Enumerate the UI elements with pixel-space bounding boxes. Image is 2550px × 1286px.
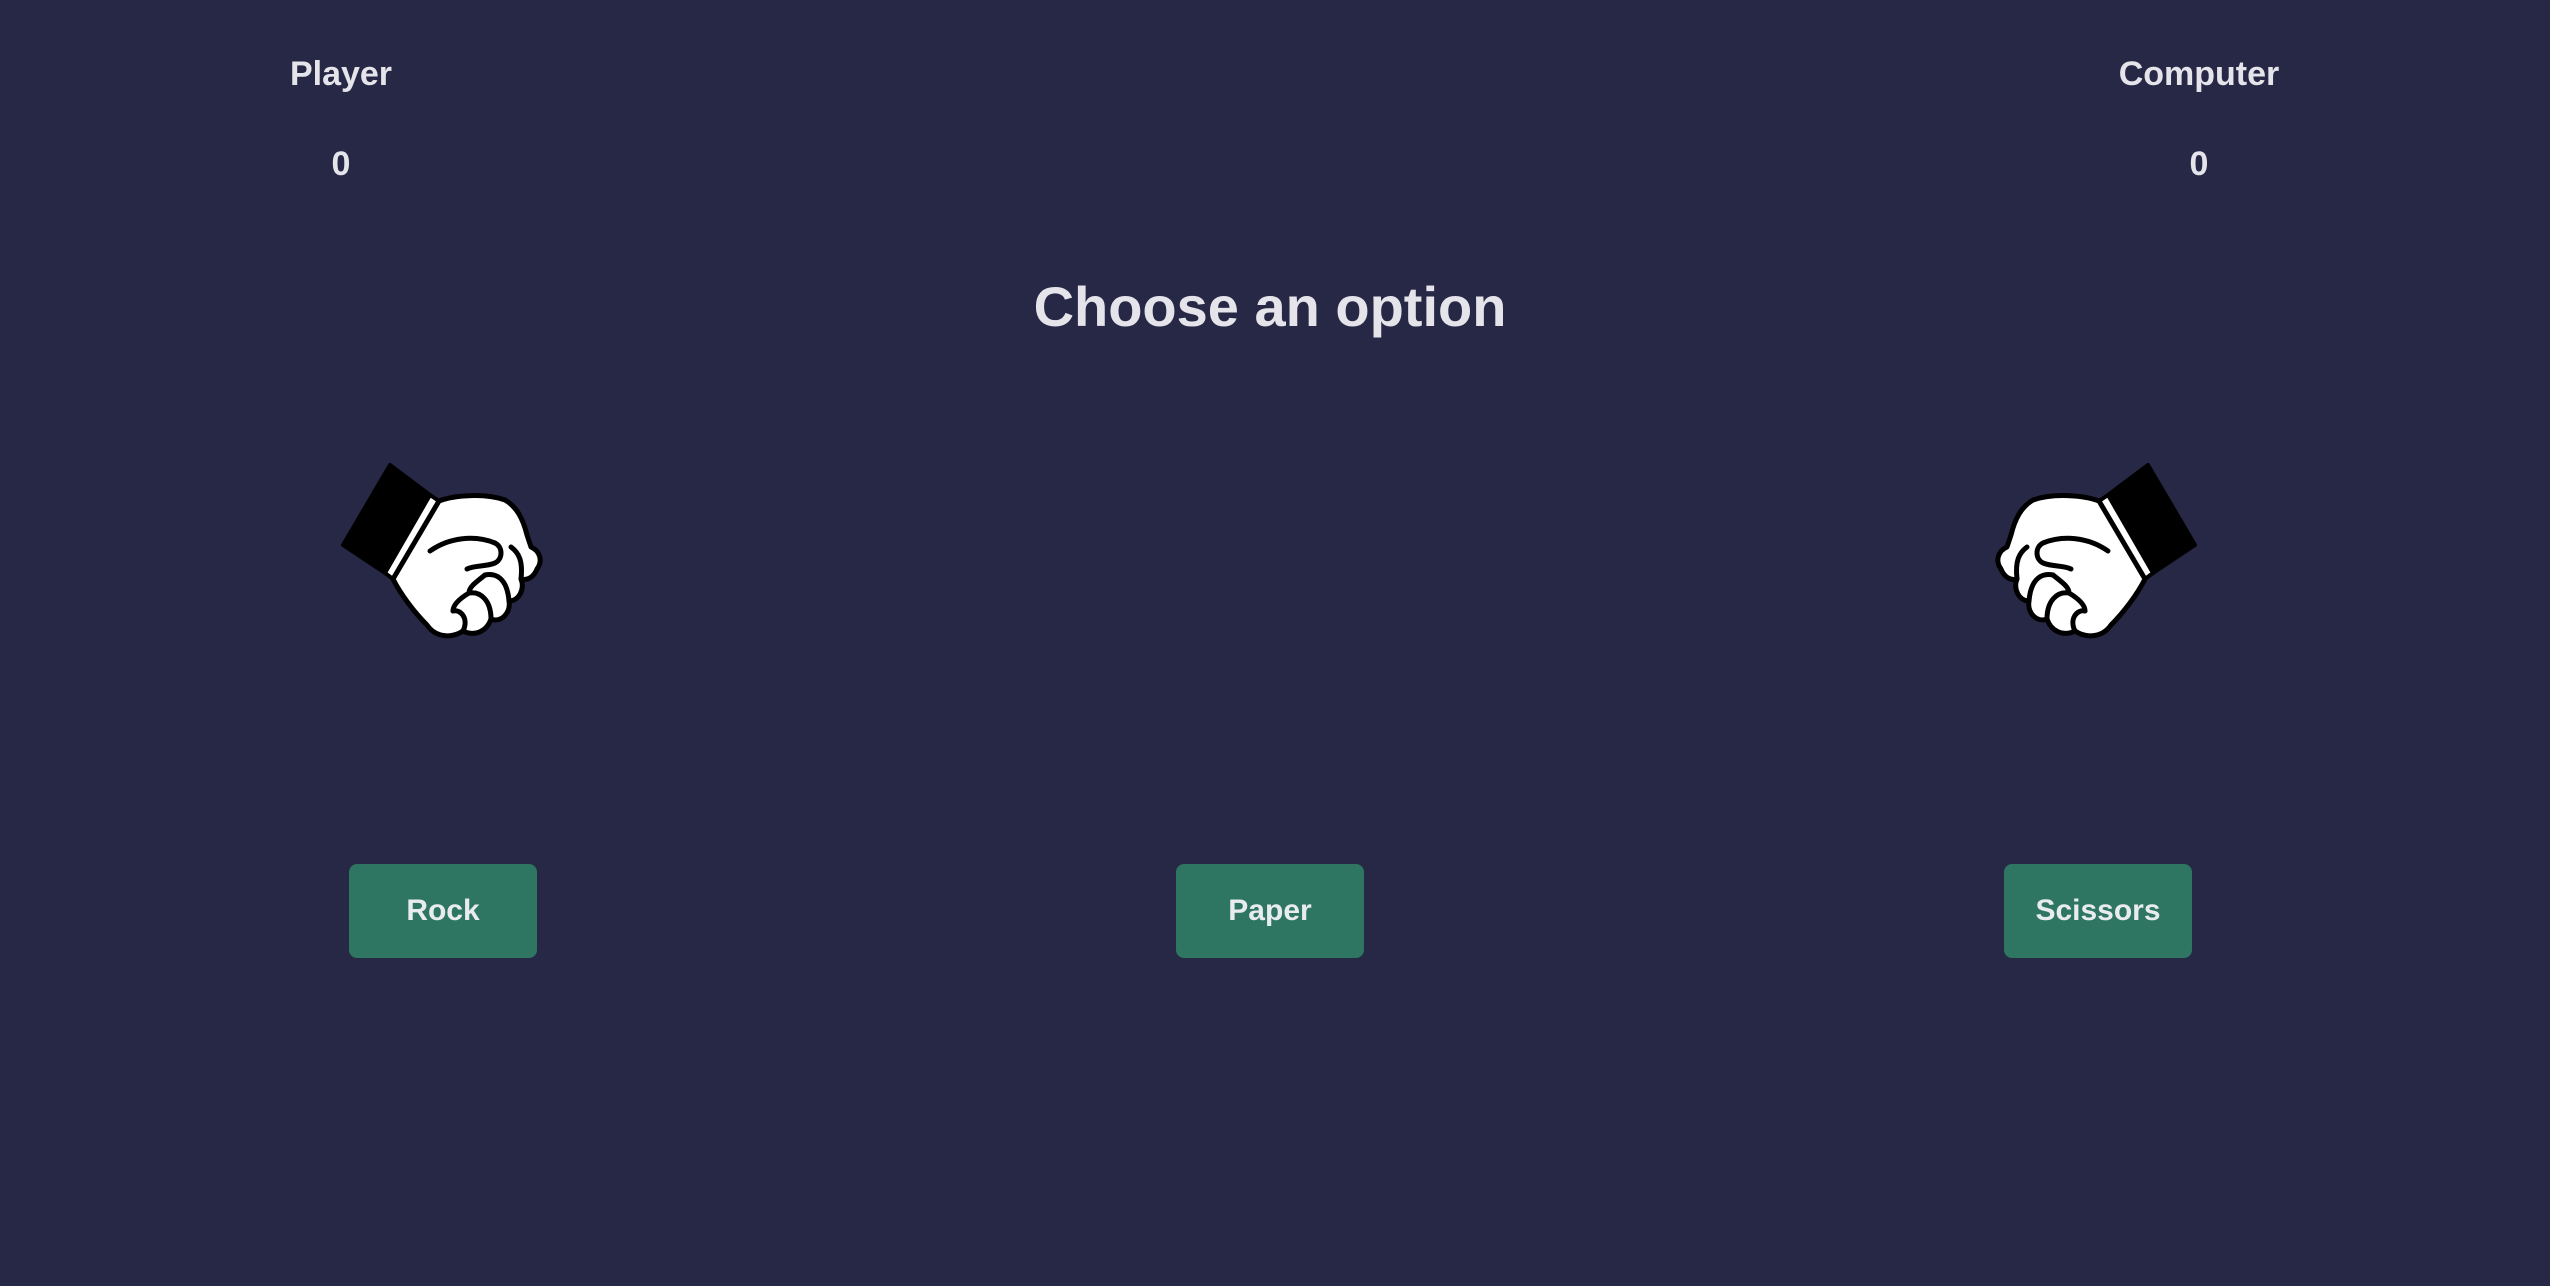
player-fist-icon [335, 455, 555, 655]
game-screen: Player 0 Computer 0 Choose an option Roc… [0, 0, 2550, 1286]
paper-button[interactable]: Paper [1176, 864, 1364, 958]
fist-icon [341, 463, 543, 639]
computer-fist-icon [1983, 455, 2203, 655]
rock-button[interactable]: Rock [349, 864, 537, 958]
computer-score: 0 [2189, 145, 2209, 183]
player-score-panel: Player 0 [191, 50, 491, 188]
fist-icon [1995, 463, 2197, 639]
computer-score-panel: Computer 0 [2049, 50, 2349, 188]
player-score: 0 [331, 145, 351, 183]
choose-prompt: Choose an option [1033, 275, 1507, 338]
scissors-button[interactable]: Scissors [2004, 864, 2192, 958]
player-label: Player [289, 55, 393, 93]
computer-label: Computer [2118, 55, 2280, 93]
